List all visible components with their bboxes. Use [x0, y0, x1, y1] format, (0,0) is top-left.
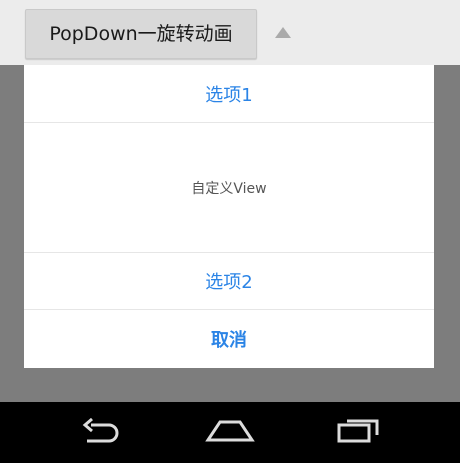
popup-option-1-label: 选项1	[205, 84, 253, 106]
top-area: PopDown一旋转动画	[0, 0, 460, 65]
custom-view: 自定义View	[24, 123, 434, 253]
popup-option-1[interactable]: 选项1	[24, 65, 434, 123]
popup-option-2-label: 选项2	[205, 272, 253, 293]
custom-view-label: 自定义View	[191, 180, 267, 197]
back-button[interactable]	[62, 402, 142, 463]
recents-button[interactable]	[318, 402, 398, 463]
popdown-button[interactable]: PopDown一旋转动画	[25, 9, 257, 59]
home-icon	[204, 418, 256, 448]
recents-icon	[335, 417, 381, 449]
triangle-up-icon	[275, 27, 291, 38]
navigation-bar	[0, 402, 460, 463]
home-button[interactable]	[190, 402, 270, 463]
cancel-label: 取消	[211, 330, 247, 351]
back-icon	[79, 417, 125, 448]
popup-menu: 选项1 自定义View 选项2 取消	[24, 65, 434, 368]
popup-option-2[interactable]: 选项2	[24, 253, 434, 310]
cancel-button[interactable]: 取消	[24, 310, 434, 368]
